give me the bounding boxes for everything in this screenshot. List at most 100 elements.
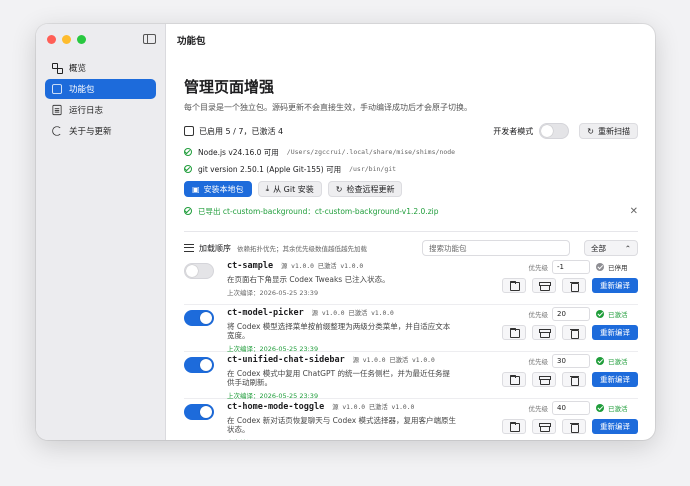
refresh-icon: ↻ <box>335 184 343 194</box>
priority-control: 优先级 20 已激活 <box>529 307 639 321</box>
status-icon <box>596 357 604 365</box>
chevron-updown-icon: ⌃ <box>624 243 631 253</box>
status-icon <box>596 263 604 271</box>
recompile-button[interactable]: 重新编译 <box>592 325 638 340</box>
recompile-button[interactable]: 重新编译 <box>592 419 638 434</box>
zoom-window-button[interactable] <box>77 35 86 44</box>
load-order-hint: 依赖拓扑优先；其余优先级数值越低越先加载 <box>237 245 367 253</box>
sidebar-item-label: 运行日志 <box>69 106 104 116</box>
sidebar-item-label: 关于与更新 <box>69 127 112 137</box>
status-text: 已停用 <box>608 264 628 272</box>
priority-label: 优先级 <box>528 264 549 272</box>
status-text: 已激活 <box>608 405 628 413</box>
minimize-window-button[interactable] <box>62 35 71 44</box>
sidebar-item-about[interactable]: 关于与更新 <box>45 121 156 141</box>
package-status: 已激活 <box>596 309 638 319</box>
priority-input[interactable]: 40 <box>552 401 590 415</box>
package-version: 源 v1.0.0 已激活 v1.0.0 <box>281 263 364 270</box>
dev-mode-toggle[interactable] <box>539 123 570 139</box>
package-row: ct-home-mode-toggle 源 v1.0.0 已激活 v1.0.0 … <box>184 399 638 440</box>
main-panel: 功能包 管理页面增强 每个目录是一个独立包。源码更新不会直接生效，手动编译成功后… <box>167 24 655 440</box>
priority-label: 优先级 <box>528 311 549 319</box>
open-folder-button[interactable] <box>502 278 526 293</box>
package-row: ct-model-picker 源 v1.0.0 已激活 v1.0.0 将 Co… <box>184 305 639 353</box>
package-description: 在 Codex 新对话页恢复聊天与 Codex 模式选择器，复用客户端原生状态。 <box>227 416 457 434</box>
grid-icon <box>51 62 63 74</box>
rescan-button[interactable]: ↻ 重新扫描 <box>579 123 638 139</box>
dev-mode-label: 开发者模式 <box>493 126 534 136</box>
package-actions: 重新编译 <box>502 325 638 340</box>
open-folder-button[interactable] <box>502 325 526 340</box>
package-enable-toggle[interactable] <box>184 310 214 326</box>
sidebar-item-packages[interactable]: 功能包 <box>45 79 156 99</box>
package-list: ct-sample 源 v1.0.0 已激活 v1.0.0 在页面右下角显示 C… <box>184 258 638 440</box>
package-status: 已激活 <box>596 403 638 413</box>
open-folder-button[interactable] <box>502 372 526 387</box>
check-updates-label: 检查远程更新 <box>346 184 395 194</box>
package-compiled-time: 上次编译：2026-05-25 23:39 <box>227 289 319 297</box>
package-version: 源 v1.0.0 已激活 v1.0.0 <box>311 310 394 317</box>
package-description: 将 Codex 模型选择菜单按前缀整理为两级分类菜单，并自适应文本宽度。 <box>227 322 451 340</box>
page-title: 管理页面增强 <box>184 78 275 96</box>
package-row: ct-sample 源 v1.0.0 已激活 v1.0.0 在页面右下角显示 C… <box>184 258 638 305</box>
export-archive-button[interactable] <box>532 419 556 434</box>
window-controls <box>47 35 86 44</box>
package-info: ct-unified-chat-sidebar 源 v1.0.0 已激活 v1.… <box>227 355 457 400</box>
check-circle-icon <box>184 165 192 173</box>
delete-button[interactable] <box>562 372 586 387</box>
sidebar-item-logs[interactable]: 运行日志 <box>45 100 156 120</box>
package-description: 在 Codex 模式中复用 ChatGPT 的统一任务侧栏，并为最近任务提供手动… <box>227 369 450 387</box>
delete-button[interactable] <box>562 278 586 293</box>
recompile-button[interactable]: 重新编译 <box>592 372 638 387</box>
delete-button[interactable] <box>562 325 586 340</box>
priority-input[interactable]: 20 <box>552 307 590 321</box>
check-updates-button[interactable]: ↻ 检查远程更新 <box>327 181 403 197</box>
sidebar-item-label: 功能包 <box>69 85 95 95</box>
status-icon <box>596 404 604 412</box>
env-text: Node.js v24.16.0 可用 <box>198 147 279 157</box>
close-icon[interactable]: ✕ <box>630 206 638 217</box>
package-name: ct-home-mode-toggle <box>227 402 325 412</box>
sidebar-item-overview[interactable]: 概览 <box>45 58 156 78</box>
install-local-button[interactable]: ▣ 安装本地包 <box>184 181 252 197</box>
status-icon <box>596 310 604 318</box>
content: 管理页面增强 每个目录是一个独立包。源码更新不会直接生效，手动编译成功后才会原子… <box>184 76 638 260</box>
status-text: 已激活 <box>608 358 628 366</box>
folder-add-icon: ▣ <box>192 184 200 194</box>
app-window: 概览 功能包 运行日志 关于与更新 功能包 管理页面增强 每个目录是一个独立包。… <box>36 24 655 440</box>
package-enable-toggle[interactable] <box>184 357 214 373</box>
priority-input[interactable]: 30 <box>552 354 590 368</box>
load-order-label: 加载顺序 <box>199 243 231 253</box>
export-message: 已导出 ct-custom-background：ct-custom-backg… <box>184 203 638 219</box>
install-local-label: 安装本地包 <box>203 184 244 194</box>
download-icon: ⤓ <box>265 184 270 193</box>
delete-button[interactable] <box>562 419 586 434</box>
package-name: ct-sample <box>227 261 274 271</box>
export-archive-button[interactable] <box>532 325 556 340</box>
enabled-summary: 已启用 5 / 7，已激活 4 <box>199 126 284 136</box>
package-name: ct-model-picker <box>227 308 304 318</box>
install-git-label: 从 Git 安装 <box>273 184 314 194</box>
status-text: 已激活 <box>608 311 628 319</box>
export-archive-button[interactable] <box>532 278 556 293</box>
log-icon <box>52 104 62 116</box>
export-archive-button[interactable] <box>532 372 556 387</box>
install-git-button[interactable]: ⤓ 从 Git 安装 <box>257 181 322 197</box>
package-enable-toggle[interactable] <box>184 263 214 279</box>
filter-select[interactable]: 全部 ⌃ <box>584 240 638 256</box>
sidebar-toggle-icon[interactable] <box>143 34 156 44</box>
open-folder-button[interactable] <box>502 419 526 434</box>
search-input[interactable]: 搜索功能包 <box>422 240 570 256</box>
package-version: 源 v1.0.0 已激活 v1.0.0 <box>352 357 435 364</box>
priority-input[interactable]: -1 <box>552 260 590 274</box>
sidebar: 概览 功能包 运行日志 关于与更新 <box>36 24 166 440</box>
load-order-bar: 加载顺序 依赖拓扑优先；其余优先级数值越低越先加载 搜索功能包 全部 ⌃ <box>184 236 638 260</box>
package-version: 源 v1.0.0 已激活 v1.0.0 <box>332 404 415 411</box>
package-description: 在页面右下角显示 Codex Tweaks 已注入状态。 <box>227 275 390 284</box>
package-enable-toggle[interactable] <box>184 404 214 420</box>
refresh-icon <box>52 126 62 136</box>
recompile-button[interactable]: 重新编译 <box>592 278 638 293</box>
close-window-button[interactable] <box>47 35 56 44</box>
package-icon <box>52 84 62 94</box>
window-title: 功能包 <box>177 36 206 47</box>
